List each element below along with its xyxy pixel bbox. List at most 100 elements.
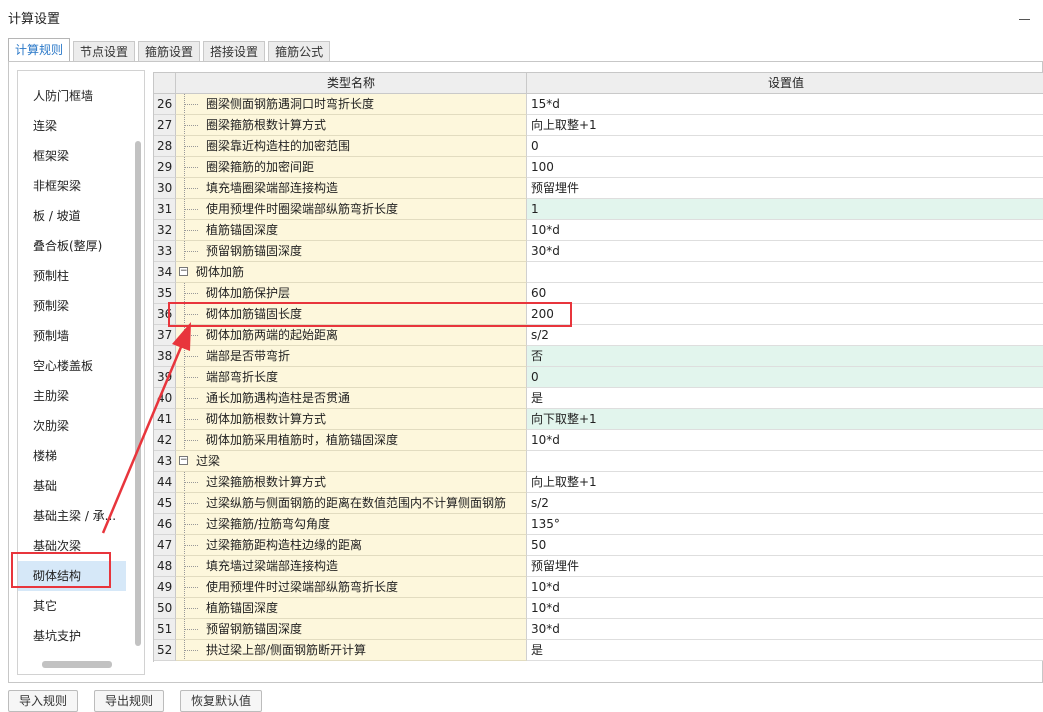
sidebar-item[interactable]: 其它 bbox=[18, 591, 126, 621]
table-row[interactable]: 35 砌体加筋保护层 60 bbox=[154, 283, 1043, 304]
table-row[interactable]: 38 端部是否带弯折 否 bbox=[154, 346, 1043, 367]
setting-value-cell[interactable]: 是 bbox=[527, 388, 1043, 409]
collapse-icon[interactable]: − bbox=[179, 456, 188, 465]
setting-value-cell[interactable]: 0 bbox=[527, 136, 1043, 157]
sidebar-item[interactable]: 基础主梁 / 承... bbox=[18, 501, 126, 531]
sidebar-item[interactable]: 框架梁 bbox=[18, 141, 126, 171]
tab-calc-rules[interactable]: 计算规则 bbox=[8, 38, 71, 62]
table-row[interactable]: 39 端部弯折长度 0 bbox=[154, 367, 1043, 388]
sidebar-item[interactable]: 预制柱 bbox=[18, 261, 126, 291]
row-number: 42 bbox=[154, 430, 176, 451]
table-row[interactable]: 30 填充墙圈梁端部连接构造 预留埋件 bbox=[154, 178, 1043, 199]
sidebar-item[interactable]: 空心楼盖板 bbox=[18, 351, 126, 381]
table-group-row[interactable]: 34− 砌体加筋 bbox=[154, 262, 1043, 283]
setting-value-cell[interactable]: 50 bbox=[527, 535, 1043, 556]
table-row[interactable]: 52 拱过梁上部/侧面钢筋断开计算 是 bbox=[154, 640, 1043, 661]
setting-value-cell[interactable]: 0 bbox=[527, 367, 1043, 388]
sidebar-item[interactable]: 板 / 坡道 bbox=[18, 201, 126, 231]
setting-value-cell[interactable]: 30*d bbox=[527, 619, 1043, 640]
export-rules-button[interactable]: 导出规则 bbox=[94, 690, 165, 712]
sidebar-vertical-scrollbar[interactable] bbox=[135, 141, 141, 646]
table-row[interactable]: 27 圈梁箍筋根数计算方式 向上取整+1 bbox=[154, 115, 1043, 136]
table-row[interactable]: 32 植筋锚固深度 10*d bbox=[154, 220, 1043, 241]
sidebar-horizontal-scrollbar[interactable] bbox=[42, 661, 112, 668]
table-row[interactable]: 41 砌体加筋根数计算方式 向下取整+1 bbox=[154, 409, 1043, 430]
tree-branch-icon bbox=[184, 146, 198, 148]
tree-branch-icon bbox=[184, 104, 198, 106]
table-row[interactable]: 45 过梁纵筋与侧面钢筋的距离在数值范围内不计算侧面钢筋 s/2 bbox=[154, 493, 1043, 514]
setting-value-cell[interactable]: 10*d bbox=[527, 577, 1043, 598]
table-row[interactable]: 51 预留钢筋锚固深度 30*d bbox=[154, 619, 1043, 640]
minimize-icon[interactable] bbox=[1019, 8, 1031, 22]
setting-value-cell[interactable]: 10*d bbox=[527, 220, 1043, 241]
table-row[interactable]: 48 填充墙过梁端部连接构造 预留埋件 bbox=[154, 556, 1043, 577]
type-name-text: 填充墙圈梁端部连接构造 bbox=[206, 181, 339, 195]
setting-value-cell[interactable]: 向下取整+1 bbox=[527, 409, 1043, 430]
type-name-text: 使用预埋件时过梁端部纵筋弯折长度 bbox=[206, 580, 399, 594]
table-row[interactable]: 31 使用预埋件时圈梁端部纵筋弯折长度 1 bbox=[154, 199, 1043, 220]
setting-value-cell[interactable]: 1 bbox=[527, 199, 1043, 220]
type-name-cell: 过梁箍筋/拉筋弯勾角度 bbox=[176, 514, 527, 535]
type-name-text: 预留钢筋锚固深度 bbox=[206, 244, 303, 258]
table-row[interactable]: 50 植筋锚固深度 10*d bbox=[154, 598, 1043, 619]
setting-value-cell[interactable] bbox=[527, 262, 1043, 283]
tree-branch-icon bbox=[184, 398, 198, 400]
setting-value-cell[interactable]: 60 bbox=[527, 283, 1043, 304]
tree-branch-icon bbox=[184, 629, 198, 631]
tree-branch-icon bbox=[184, 503, 198, 505]
table-row[interactable]: 42 砌体加筋采用植筋时，植筋锚固深度 10*d bbox=[154, 430, 1043, 451]
window-title: 计算设置 bbox=[8, 12, 61, 27]
sidebar-item[interactable]: 人防门框墙 bbox=[18, 81, 126, 111]
setting-value-cell[interactable]: 100 bbox=[527, 157, 1043, 178]
table-row[interactable]: 44 过梁箍筋根数计算方式 向上取整+1 bbox=[154, 472, 1043, 493]
import-rules-button[interactable]: 导入规则 bbox=[8, 690, 79, 712]
tree-branch-icon bbox=[184, 356, 198, 358]
table-group-row[interactable]: 43− 过梁 bbox=[154, 451, 1043, 472]
sidebar-item[interactable]: 基坑支护 bbox=[18, 621, 126, 651]
sidebar-item[interactable]: 次肋梁 bbox=[18, 411, 126, 441]
setting-value-cell[interactable]: s/2 bbox=[527, 493, 1043, 514]
table-row[interactable]: 28 圈梁靠近构造柱的加密范围 0 bbox=[154, 136, 1043, 157]
table-row[interactable]: 46 过梁箍筋/拉筋弯勾角度 135° bbox=[154, 514, 1043, 535]
setting-value-cell[interactable]: 135° bbox=[527, 514, 1043, 535]
tree-branch-icon bbox=[184, 545, 198, 547]
sidebar-item[interactable]: 楼梯 bbox=[18, 441, 126, 471]
sidebar-item[interactable]: 预制墙 bbox=[18, 321, 126, 351]
setting-value-cell[interactable]: 否 bbox=[527, 346, 1043, 367]
table-row[interactable]: 29 圈梁箍筋的加密间距 100 bbox=[154, 157, 1043, 178]
setting-value-cell[interactable]: 向上取整+1 bbox=[527, 115, 1043, 136]
table-row[interactable]: 47 过梁箍筋距构造柱边缘的距离 50 bbox=[154, 535, 1043, 556]
table-row[interactable]: 26 圈梁侧面钢筋遇洞口时弯折长度 15*d bbox=[154, 94, 1043, 115]
type-name-cell: 圈梁侧面钢筋遇洞口时弯折长度 bbox=[176, 94, 527, 115]
row-number: 26 bbox=[154, 94, 176, 115]
setting-value-cell[interactable]: 是 bbox=[527, 640, 1043, 661]
table-row[interactable]: 37 砌体加筋两端的起始距离 s/2 bbox=[154, 325, 1043, 346]
sidebar-item[interactable]: 基础 bbox=[18, 471, 126, 501]
setting-value-cell[interactable]: 向上取整+1 bbox=[527, 472, 1043, 493]
tab-stirrup-formula[interactable]: 箍筋公式 bbox=[268, 41, 331, 62]
setting-value-cell[interactable]: 10*d bbox=[527, 598, 1043, 619]
table-row[interactable]: 40 通长加筋遇构造柱是否贯通 是 bbox=[154, 388, 1043, 409]
type-name-cell: 圈梁箍筋根数计算方式 bbox=[176, 115, 527, 136]
row-number: 46 bbox=[154, 514, 176, 535]
setting-value-cell[interactable]: s/2 bbox=[527, 325, 1043, 346]
sidebar-item[interactable]: 连梁 bbox=[18, 111, 126, 141]
setting-value-cell[interactable]: 15*d bbox=[527, 94, 1043, 115]
collapse-icon[interactable]: − bbox=[179, 267, 188, 276]
sidebar-item[interactable]: 非框架梁 bbox=[18, 171, 126, 201]
sidebar-item[interactable]: 叠合板(整厚) bbox=[18, 231, 126, 261]
tab-lap-settings[interactable]: 搭接设置 bbox=[203, 41, 266, 62]
setting-value-cell[interactable] bbox=[527, 451, 1043, 472]
table-row[interactable]: 49 使用预埋件时过梁端部纵筋弯折长度 10*d bbox=[154, 577, 1043, 598]
setting-value-cell[interactable]: 预留埋件 bbox=[527, 556, 1043, 577]
setting-value-cell[interactable]: 预留埋件 bbox=[527, 178, 1043, 199]
table-row[interactable]: 33 预留钢筋锚固深度 30*d bbox=[154, 241, 1043, 262]
setting-value-cell[interactable]: 200 bbox=[527, 304, 1043, 325]
sidebar-item[interactable]: 预制梁 bbox=[18, 291, 126, 321]
sidebar-item[interactable]: 主肋梁 bbox=[18, 381, 126, 411]
tab-stirrup-settings[interactable]: 箍筋设置 bbox=[138, 41, 201, 62]
setting-value-cell[interactable]: 30*d bbox=[527, 241, 1043, 262]
setting-value-cell[interactable]: 10*d bbox=[527, 430, 1043, 451]
restore-defaults-button[interactable]: 恢复默认值 bbox=[180, 690, 263, 712]
tab-node-settings[interactable]: 节点设置 bbox=[73, 41, 136, 62]
